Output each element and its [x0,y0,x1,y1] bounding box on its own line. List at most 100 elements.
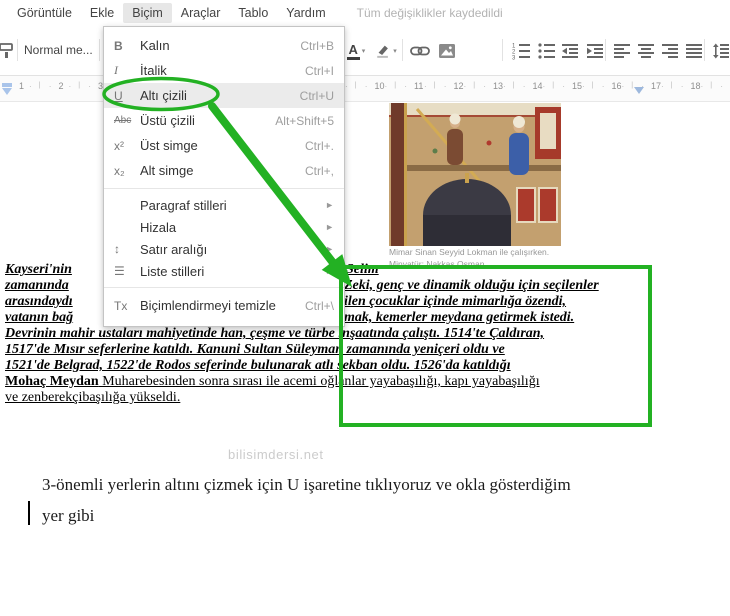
menu-item-label: Üstü çizili [140,113,195,128]
paragraph-style-selector[interactable]: Normal me... [24,43,96,57]
menu-separator [104,287,344,288]
menu-item-ustu-cizili[interactable]: Abc Üstü çizili Alt+Shift+5 [104,108,344,133]
menu-item-alti-cizili[interactable]: U Altı çizili Ctrl+U [104,83,344,108]
menu-item-label: Paragraf stilleri [140,197,227,213]
menu-item-label: Liste stilleri [140,263,205,279]
insert-link-button[interactable] [407,38,433,64]
submenu-arrow-icon: ► [325,244,334,254]
left-margin-marker[interactable] [2,83,12,87]
right-indent-marker[interactable] [634,87,644,94]
menu-item-label: Altı çizili [140,88,187,103]
menu-item-label: Alt simge [140,163,194,178]
toolbar-separator [402,39,403,61]
submenu-arrow-icon: ► [325,200,334,210]
doc-text-line: Zeki, genç ve dinamik olduğu için seçile… [344,278,599,293]
first-line-indent-marker[interactable] [2,88,12,95]
link-icon [410,46,430,56]
doc-text-line: Selim [346,262,379,277]
menu-item-kalin[interactable]: B Kalın Ctrl+B [104,33,344,58]
menu-item-label: Biçimlendirmeyi temizle [140,298,276,313]
format-menu: B Kalın Ctrl+B I İtalik Ctrl+I U Altı çi… [103,26,345,327]
image-caption-line2: Minyatür: Nakkaş Osman [389,259,485,269]
image-caption-line1: Mimar Sinan Seyyid Lokman ile çalışırken… [389,247,550,257]
align-center-icon [638,44,654,58]
doc-text-line: Mohaç Meydan Muharebesinden sonra sırası… [5,374,540,390]
align-right-icon [662,44,678,58]
highlight-color-button[interactable]: ▾ [371,38,401,64]
align-center-button[interactable] [633,38,659,64]
menu-item-shortcut: Ctrl+B [300,38,334,53]
numbered-list-button[interactable]: 123 [508,38,534,64]
toolbar-separator [704,39,705,61]
inline-image-miniature[interactable] [389,103,561,246]
menu-item-label: Üst simge [140,138,198,153]
bulleted-list-button[interactable] [533,38,559,64]
menu-item-shortcut: Ctrl+\ [304,298,334,313]
menu-bicim[interactable]: Biçim [123,3,172,23]
doc-text-line: Devrinin mahir ustaları mahiyetinde han,… [5,326,545,341]
menu-bar: Görüntüle Ekle Biçim Araçlar Tablo Yardı… [0,0,730,26]
menu-ekle[interactable]: Ekle [81,3,123,23]
decrease-indent-icon [562,44,578,58]
italic-icon: I [114,63,118,77]
doc-text-regular: Muharebesinden sonra sırası ile acemi oğ… [98,374,540,389]
menu-item-label: Satır aralığı [140,241,208,257]
menu-item-shortcut: Ctrl+, [304,163,334,178]
menu-item-satir-araligi[interactable]: ↕ Satır aralığı ► [104,238,344,260]
superscript-icon: x² [114,138,124,153]
strikethrough-icon: Abc [114,115,132,126]
menu-goruntule[interactable]: Görüntüle [8,3,81,23]
numbered-list-icon: 123 [512,44,530,61]
menu-item-paragraf-stilleri[interactable]: Paragraf stilleri ► [104,194,344,216]
bold-icon: B [114,38,123,53]
menu-item-shortcut: Ctrl+U [299,88,334,103]
menu-item-shortcut: Ctrl+I [304,63,334,78]
menu-item-hizala[interactable]: Hizala ► [104,216,344,238]
doc-text-line: ve zenberekçibaşılığa yükseldi. [5,390,181,405]
doc-text-line: Kayseri'nin [5,262,72,277]
menu-item-italik[interactable]: I İtalik Ctrl+I [104,58,344,83]
align-right-button[interactable] [657,38,683,64]
doc-text-bold: Mohaç Meydan [5,374,99,389]
line-spacing-icon [713,43,729,59]
menu-item-shortcut: Alt+Shift+5 [275,113,334,128]
toolbar-separator [99,39,100,61]
doc-text-line: mak, kemerler meydana getirmek istedi. [344,310,575,325]
menu-item-label: İtalik [140,63,167,78]
insert-image-button[interactable] [434,38,460,64]
menu-tablo[interactable]: Tablo [229,3,277,23]
instruction-line2: yer gibi [42,506,95,525]
underline-icon: U [114,88,123,103]
decrease-indent-button[interactable] [557,38,583,64]
menu-item-label: Kalın [140,38,170,53]
text-color-button[interactable]: A ▾ [341,38,371,64]
line-spacing-button[interactable] [708,38,730,64]
menu-item-alt-simge[interactable]: x₂ Alt simge Ctrl+, [104,158,344,183]
chevron-down-icon: ▾ [361,48,366,55]
menu-separator [104,188,344,189]
save-status: Tüm değişiklikler kaydedildi [356,6,503,20]
menu-yardim[interactable]: Yardım [277,3,334,23]
doc-text-line: 1517'de Mısır seferlerine katıldı. Kanun… [5,342,505,357]
doc-text-line: ilen çocuklar içinde mimarlığa özendi, [344,294,567,309]
doc-text-line: 1521'de Belgrad, 1522'de Rodos seferinde… [5,358,511,373]
toolbar-separator [17,39,18,61]
align-left-icon [614,44,630,58]
chevron-down-icon: ▾ [393,48,397,55]
menu-item-liste-stilleri[interactable]: ☰ Liste stilleri ► [104,260,344,282]
menu-araclar[interactable]: Araçlar [172,3,230,23]
menu-item-bicimlendirmeyi-temizle[interactable]: Tx Biçimlendirmeyi temizle Ctrl+\ [104,293,344,318]
menu-item-shortcut: Ctrl+. [304,138,334,153]
google-docs-window: Görüntüle Ekle Biçim Araçlar Tablo Yardı… [0,0,730,616]
bulleted-list-icon [538,43,555,59]
highlight-icon [377,45,389,58]
text-color-icon: A [346,43,360,60]
doc-text-line: arasındaydı [5,294,73,309]
menu-item-ust-simge[interactable]: x² Üst simge Ctrl+. [104,133,344,158]
toolbar-separator [502,39,503,61]
clear-formatting-icon: Tx [114,298,128,313]
increase-indent-icon [587,44,603,58]
align-left-button[interactable] [609,38,635,64]
svg-text:3: 3 [512,56,516,61]
submenu-arrow-icon: ► [325,266,334,276]
